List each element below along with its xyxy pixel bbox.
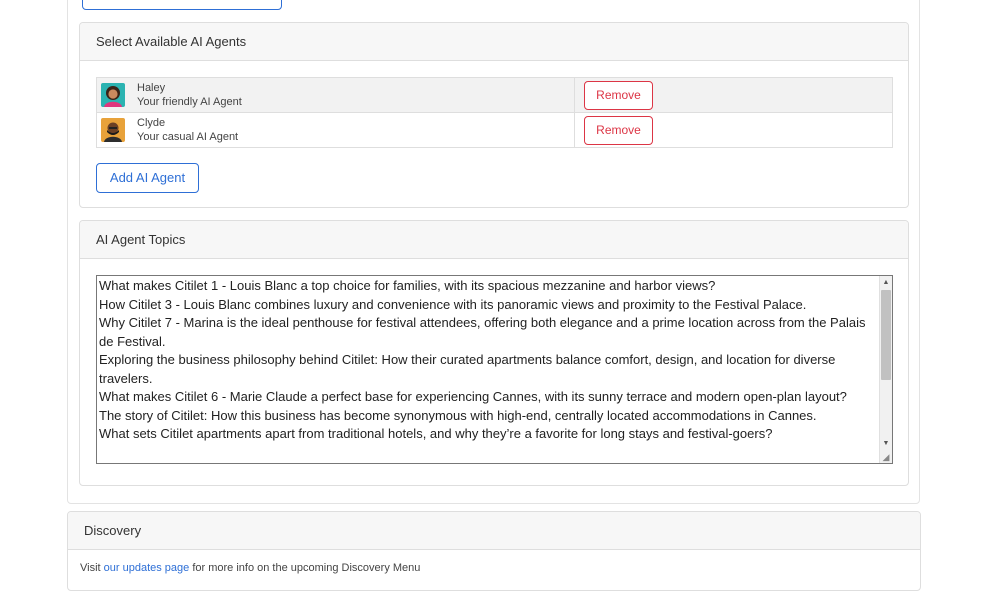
textarea-scrollbar[interactable]: ▲ ▼ — [879, 276, 892, 463]
female-avatar-icon — [101, 83, 125, 107]
remove-agent-button[interactable]: Remove — [584, 80, 653, 110]
agent-topics-card: AI Agent Topics What makes Citilet 1 - L… — [79, 220, 909, 486]
agent-description: Your casual AI Agent — [137, 131, 239, 143]
male-avatar-icon — [101, 118, 125, 142]
agent-name: Clyde — [137, 117, 166, 129]
discovery-text: Visit our updates page for more info on … — [80, 562, 421, 574]
topic-line: The story of Citilet: How this business … — [99, 407, 817, 423]
add-agent-button[interactable]: Add AI Agent — [96, 163, 199, 193]
discovery-card-title: Discovery — [68, 512, 920, 550]
remove-agent-button[interactable]: Remove — [584, 115, 653, 145]
topic-line: How Citilet 3 - Louis Blanc combines lux… — [99, 296, 807, 312]
table-row: Clyde Your casual AI Agent Remove — [96, 112, 893, 148]
top-text-field[interactable] — [82, 0, 282, 10]
topic-line: What sets Citilet apartments apart from … — [99, 426, 773, 441]
topic-line: Exploring the business philosophy behind… — [99, 352, 836, 386]
scroll-up-arrow-icon[interactable]: ▲ — [880, 276, 892, 290]
table-row: Haley Your friendly AI Agent Remove — [96, 77, 893, 113]
agents-table: Haley Your friendly AI Agent Remove Clyd… — [96, 77, 893, 148]
topic-line: What makes Citilet 6 - Marie Claude a pe… — [99, 389, 847, 404]
topics-card-title: AI Agent Topics — [80, 221, 908, 259]
discovery-card: Discovery Visit our updates page for mor… — [67, 511, 921, 591]
agents-card-title: Select Available AI Agents — [80, 23, 908, 61]
scroll-down-arrow-icon[interactable]: ▼ — [880, 437, 892, 451]
topic-line: What makes Citilet 1 - Louis Blanc a top… — [99, 278, 716, 293]
topic-line: Why Citilet 7 - Marina is the ideal pent… — [99, 315, 866, 349]
scroll-thumb[interactable] — [881, 290, 891, 380]
topics-textarea[interactable]: What makes Citilet 1 - Louis Blanc a top… — [96, 275, 893, 464]
available-agents-card: Select Available AI Agents Haley Your fr… — [79, 22, 909, 208]
resize-handle-icon[interactable]: ◢ — [880, 451, 892, 463]
agent-description: Your friendly AI Agent — [137, 96, 242, 108]
agent-name: Haley — [137, 82, 166, 94]
updates-page-link[interactable]: our updates page — [104, 562, 190, 574]
